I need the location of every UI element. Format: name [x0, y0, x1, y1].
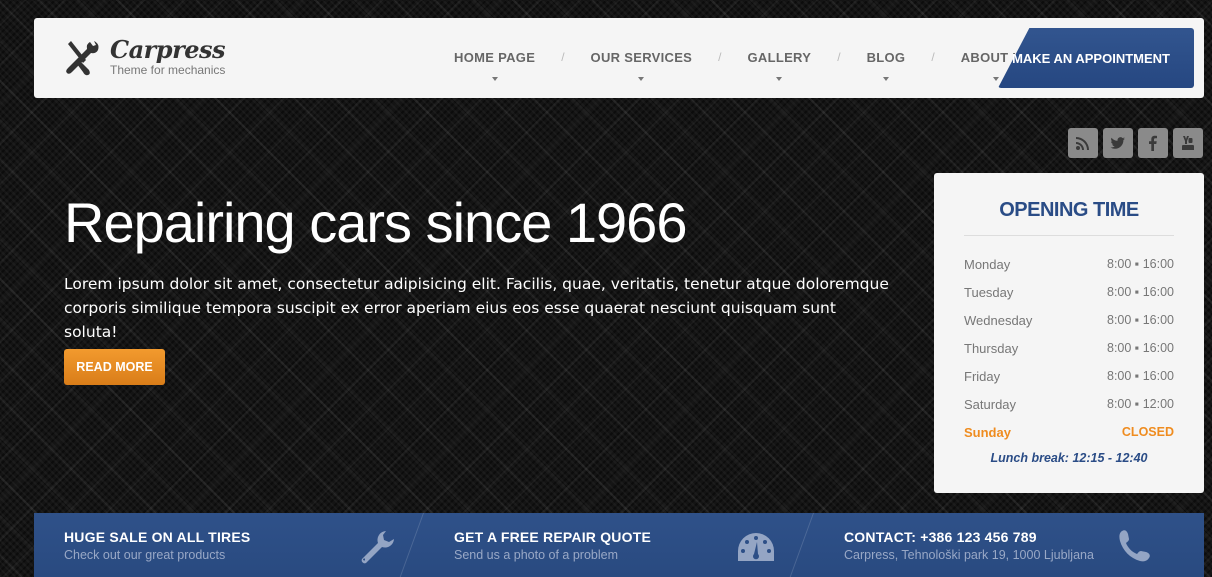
- rss-icon: [1076, 137, 1089, 150]
- day: Sunday: [964, 424, 1011, 440]
- hours-row: Saturday 8:00 ▪ 12:00: [964, 390, 1174, 418]
- rss-button[interactable]: [1068, 128, 1098, 158]
- main-nav: HOME PAGE / OUR SERVICES / GALLERY / BLO…: [454, 18, 1031, 98]
- time: 8:00 ▪ 16:00: [1107, 341, 1174, 355]
- facebook-icon: [1149, 135, 1157, 151]
- social-links: [1068, 128, 1203, 158]
- read-more-label: READ MORE: [76, 360, 153, 374]
- caret-down-icon: [882, 77, 889, 81]
- hours-row: Tuesday 8:00 ▪ 16:00: [964, 278, 1174, 306]
- info-title: HUGE SALE ON ALL TIRES: [64, 529, 251, 545]
- info-item-repair-quote[interactable]: GET A FREE REPAIR QUOTE Send us a photo …: [424, 513, 814, 577]
- nav-label: HOME PAGE: [454, 50, 536, 65]
- time: 8:00 ▪ 12:00: [1107, 397, 1174, 411]
- day: Saturday: [964, 396, 1017, 412]
- time: 8:00 ▪ 16:00: [1107, 369, 1174, 383]
- info-bar: HUGE SALE ON ALL TIRES Check out our gre…: [34, 513, 1204, 577]
- hours-row: Monday 8:00 ▪ 16:00: [964, 250, 1174, 278]
- nav-separator: /: [837, 50, 841, 64]
- hero-description: Lorem ipsum dolor sit amet, consectetur …: [64, 275, 889, 341]
- lunch-break: Lunch break: 12:15 - 12:40: [990, 451, 1148, 465]
- nav-label: OUR SERVICES: [590, 50, 693, 65]
- brand-tagline: Theme for mechanics: [110, 63, 226, 77]
- hours-row: Thursday 8:00 ▪ 16:00: [964, 334, 1174, 362]
- closed-label: CLOSED: [1121, 425, 1174, 439]
- caret-down-icon: [638, 77, 645, 81]
- hours-row: Wednesday 8:00 ▪ 16:00: [964, 306, 1174, 334]
- nav-item-gallery[interactable]: GALLERY: [748, 18, 812, 81]
- logo[interactable]: Carpress Theme for mechanics: [64, 35, 226, 78]
- info-title: GET A FREE REPAIR QUOTE: [454, 529, 651, 545]
- youtube-button[interactable]: [1173, 128, 1203, 158]
- info-item-contact[interactable]: CONTACT: +386 123 456 789 Carpress, Tehn…: [814, 513, 1204, 577]
- dashboard-icon: [738, 533, 774, 561]
- time: 8:00 ▪ 16:00: [1107, 257, 1174, 271]
- brand-name: Carpress: [110, 35, 226, 64]
- read-more-button[interactable]: READ MORE: [64, 349, 165, 385]
- nav-label: GALLERY: [747, 50, 812, 65]
- opening-time-title: OPENING TIME: [999, 199, 1139, 221]
- twitter-button[interactable]: [1103, 128, 1133, 158]
- day: Wednesday: [964, 312, 1033, 328]
- divider: [964, 235, 1174, 236]
- day: Monday: [964, 256, 1011, 272]
- time: 8:00 ▪ 16:00: [1107, 313, 1174, 327]
- nav-item-home[interactable]: HOME PAGE: [454, 18, 535, 81]
- site-header: Carpress Theme for mechanics HOME PAGE /…: [34, 18, 1204, 98]
- facebook-button[interactable]: [1138, 128, 1168, 158]
- nav-label: BLOG: [866, 50, 906, 65]
- youtube-icon: [1182, 136, 1194, 150]
- nav-separator: /: [561, 50, 565, 64]
- hours-row: Friday 8:00 ▪ 16:00: [964, 362, 1174, 390]
- info-subtitle: Check out our great products: [64, 548, 226, 562]
- make-appointment-button[interactable]: MAKE AN APPOINTMENT: [998, 28, 1194, 88]
- caret-down-icon: [491, 77, 498, 81]
- appointment-label: MAKE AN APPOINTMENT: [1012, 50, 1170, 66]
- nav-separator: /: [931, 50, 935, 64]
- info-subtitle: Send us a photo of a problem: [454, 548, 619, 562]
- day: Friday: [964, 368, 1001, 384]
- phone-icon: [1119, 530, 1150, 562]
- caret-down-icon: [776, 77, 783, 81]
- opening-time-panel: OPENING TIME Monday 8:00 ▪ 16:00 Tuesday…: [934, 173, 1204, 493]
- nav-item-services[interactable]: OUR SERVICES: [591, 18, 693, 81]
- info-item-tires-sale[interactable]: HUGE SALE ON ALL TIRES Check out our gre…: [34, 513, 424, 577]
- hours-row-closed: Sunday CLOSED: [964, 418, 1174, 446]
- wrench-screwdriver-icon: [66, 41, 99, 76]
- twitter-icon: [1110, 137, 1125, 149]
- nav-item-blog[interactable]: BLOG: [867, 18, 906, 81]
- day: Tuesday: [964, 284, 1014, 300]
- time: 8:00 ▪ 16:00: [1107, 285, 1174, 299]
- nav-separator: /: [718, 50, 722, 64]
- wrench-icon: [361, 531, 394, 564]
- hero-title: Repairing cars since 1966: [64, 191, 687, 254]
- day: Thursday: [964, 340, 1019, 356]
